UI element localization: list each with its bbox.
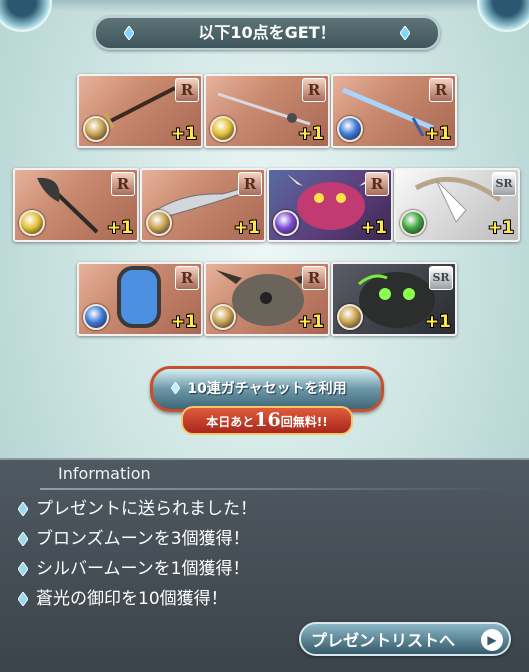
plus-count: +1 (360, 218, 387, 238)
gem-icon (171, 382, 180, 394)
info-line-text: シルバームーンを1個獲得！ (36, 559, 250, 579)
arrow-right-icon: ▶ (481, 629, 503, 651)
gem-icon (400, 26, 410, 40)
gem-icon (124, 26, 134, 40)
rarity-badge: R (429, 78, 453, 102)
get-banner: 以下10点をGET！ (94, 16, 440, 50)
plus-count: +1 (424, 124, 451, 144)
top-frame (0, 0, 529, 12)
rarity-badge: SR (492, 172, 516, 196)
info-line-text: プレゼントに送られました！ (36, 499, 257, 519)
plus-count: +1 (297, 312, 324, 332)
rarity-badge: R (302, 266, 326, 290)
rarity-badge: R (175, 78, 199, 102)
light-gold-element-icon (19, 210, 45, 236)
rarity-badge: R (111, 172, 135, 196)
light-element-icon (146, 210, 172, 236)
plus-count: +1 (487, 218, 514, 238)
banner-text: 以下10点をGET！ (198, 23, 336, 42)
water-element-icon (337, 116, 363, 142)
reward-item: R +1 (77, 262, 203, 336)
light-gold-element-icon (210, 116, 236, 142)
rarity-badge: R (302, 78, 326, 102)
reward-item: R +1 (140, 168, 266, 242)
gem-icon (18, 592, 28, 606)
information-title: Information (58, 464, 151, 483)
water-element-icon (83, 304, 109, 330)
reward-item: SR +1 (331, 262, 457, 336)
right-corner-ornament (477, 0, 529, 32)
light-element-icon (83, 116, 109, 142)
left-corner-ornament (0, 0, 52, 32)
rarity-badge: R (175, 266, 199, 290)
info-line: プレゼントに送られました！ (18, 498, 257, 520)
plus-count: +1 (424, 312, 451, 332)
reward-item: R +1 (13, 168, 139, 242)
info-line: 蒼光の御印を10個獲得！ (18, 588, 228, 610)
plus-count: +1 (297, 124, 324, 144)
rarity-badge: R (365, 172, 389, 196)
present-list-label: プレゼントリストへ (311, 631, 456, 650)
free-suffix: 回無料!! (280, 415, 328, 429)
gacha-button-label: 10連ガチャセットを利用 (187, 381, 347, 397)
light-element-icon (337, 304, 363, 330)
rarity-badge: R (238, 172, 262, 196)
info-line-text: 蒼光の御印を10個獲得！ (36, 589, 228, 609)
present-list-button[interactable]: プレゼントリストへ ▶ (299, 622, 511, 656)
plus-count: +1 (170, 124, 197, 144)
info-line: ブロンズムーンを3個獲得！ (18, 528, 250, 550)
gem-icon (18, 562, 28, 576)
reward-item: SR +1 (394, 168, 520, 242)
dark-element-icon (273, 210, 299, 236)
info-line-text: ブロンズムーンを3個獲得！ (36, 529, 250, 549)
plus-count: +1 (106, 218, 133, 238)
reward-item: R +1 (204, 262, 330, 336)
info-line: シルバームーンを1個獲得！ (18, 558, 249, 580)
reward-item: R +1 (77, 74, 203, 148)
free-prefix: 本日あと (206, 415, 255, 429)
reward-item: R +1 (331, 74, 457, 148)
plus-count: +1 (170, 312, 197, 332)
plus-count: +1 (233, 218, 260, 238)
light-element-icon (210, 304, 236, 330)
rarity-badge: SR (429, 266, 453, 290)
gem-icon (18, 532, 28, 546)
free-count: 16 (254, 409, 281, 431)
reward-item: R +1 (204, 74, 330, 148)
free-count-badge: 本日あと16回無料!! (181, 406, 353, 435)
wind-element-icon (400, 210, 426, 236)
divider (40, 488, 510, 490)
gem-icon (18, 502, 28, 516)
reward-item: R +1 (267, 168, 393, 242)
